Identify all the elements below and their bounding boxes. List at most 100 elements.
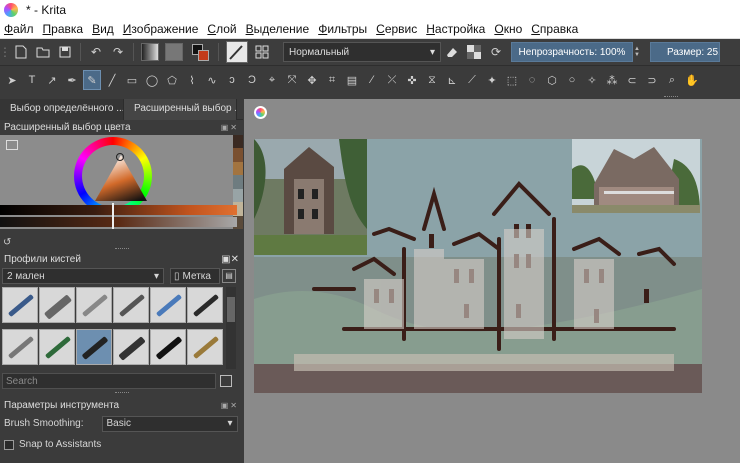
contiguous-select-tool-icon[interactable]: ✧ [584,71,600,89]
menu-filters[interactable]: Фильтры [318,22,367,36]
transform-tool-icon[interactable]: ⤧ [284,71,300,89]
brush-preset-tile[interactable] [2,287,38,323]
move-tool-icon[interactable]: ✥ [304,71,320,89]
background-color-swatch[interactable] [198,50,209,61]
brush-preset-tile[interactable] [39,328,75,365]
polygon-tool-icon[interactable]: ⬠ [164,71,180,89]
saturation-value-triangle[interactable] [95,155,147,201]
menu-window[interactable]: Окно [494,22,522,36]
refresh-icon[interactable]: ↺ [3,237,11,248]
menu-file[interactable]: Файл [4,22,34,36]
brush-search-input[interactable]: Search [2,373,216,389]
menu-edit[interactable]: Правка [43,22,84,36]
shade-marker[interactable] [112,203,114,229]
snap-to-assistants-checkbox[interactable] [4,439,14,450]
scrollbar-thumb[interactable] [227,297,235,322]
reference-tool-icon[interactable]: ✦ [484,71,500,89]
color-cursor[interactable] [116,153,124,161]
select-shape-tool-icon[interactable]: ➤ [4,71,20,89]
measure-tool-icon[interactable]: ⟋ [464,71,480,89]
open-document-icon[interactable] [34,43,52,61]
pan-tool-icon[interactable]: ✋ [684,71,700,89]
ellipse-select-tool-icon[interactable]: ◌ [524,71,540,89]
bezier-tool-icon[interactable]: ∿ [204,71,220,89]
color-shade-bar[interactable] [0,217,237,227]
tab-specific-color-selector[interactable]: Выбор определённого ... [0,99,124,120]
recent-color-swatch[interactable] [233,148,243,162]
menu-help[interactable]: Справка [531,22,578,36]
recent-color-swatch[interactable] [233,188,243,203]
pattern-selector[interactable] [165,43,183,61]
fill-tool-icon[interactable]: ⧖ [424,71,440,89]
smart-patch-tool-icon[interactable]: ✜ [404,71,420,89]
color-selector-menu-icon[interactable] [6,140,18,150]
new-document-icon[interactable] [12,43,30,61]
multibrush-tool-icon[interactable]: ⌖ [264,71,280,89]
polyline-tool-icon[interactable]: ⌇ [184,71,200,89]
fg-bg-color-selector[interactable] [190,42,210,62]
polygon-select-tool-icon[interactable]: ⬡ [544,71,560,89]
bezier-select-tool-icon[interactable]: ⊂ [624,71,640,89]
brush-grid-scrollbar[interactable] [226,287,236,369]
brush-preset-tile[interactable] [187,287,223,323]
calligraphy-tool-icon[interactable]: ✒ [64,71,80,89]
smoothing-select[interactable]: Basic ▾ [101,415,238,432]
brush-editor-icon[interactable] [253,43,271,61]
rectangle-tool-icon[interactable]: ▭ [124,71,140,89]
color-picker-tool-icon[interactable]: ⁄ [364,71,380,89]
recent-color-swatch[interactable] [233,161,243,176]
brush-preset-tile[interactable] [113,287,149,323]
brush-preset-tile-selected[interactable] [76,328,112,365]
ellipse-tool-icon[interactable]: ◯ [144,71,160,89]
menu-select[interactable]: Выделение [246,22,310,36]
view-options-icon[interactable]: ▤ [222,269,236,283]
docker-float-close-icons[interactable]: ▣✕ [221,254,239,265]
color-history-bar[interactable] [0,205,237,215]
brush-tag-select[interactable]: 2 мален ▾ [2,268,164,284]
blend-mode-select[interactable]: Нормальный ▾ [283,42,441,62]
edit-shapes-tool-icon[interactable]: ↗ [44,71,60,89]
brush-preset-tile[interactable] [187,328,223,365]
menu-view[interactable]: Вид [92,22,114,36]
menu-settings[interactable]: Настройка [426,22,485,36]
docker-splitter[interactable] [115,392,129,394]
brush-preset-tile[interactable] [2,328,38,365]
toolstrip-grip[interactable] [664,96,678,98]
canvas-area[interactable] [244,99,740,463]
tag-filter-button[interactable]: ▯ Метка [170,268,220,284]
brush-preset-button[interactable] [226,41,248,63]
docker-float-close-icons[interactable]: ▣✕ [221,401,239,410]
line-tool-icon[interactable]: ╱ [104,71,120,89]
zoom-tool-icon[interactable]: ⌕ [664,71,680,89]
brush-preset-tile[interactable] [150,328,186,365]
docker-float-close-icons[interactable]: ▣✕ [221,123,239,132]
brush-preset-tile[interactable] [113,328,149,365]
menu-tools[interactable]: Сервис [376,22,417,36]
document-tab-icon[interactable] [254,106,267,119]
freehand-brush-tool-icon[interactable]: ✎ [83,70,101,90]
crop-tool-icon[interactable]: ⌗ [324,71,340,89]
dynamic-brush-tool-icon[interactable]: Ɔ [244,71,260,89]
recent-color-swatch[interactable] [233,175,243,189]
rect-select-tool-icon[interactable]: ⬚ [504,71,520,89]
brush-preset-tile[interactable] [150,287,186,323]
recent-color-swatch[interactable] [233,135,243,149]
gradient-tool-icon[interactable]: ▤ [344,71,360,89]
undo-icon[interactable]: ↶ [87,43,105,61]
menu-image[interactable]: Изображение [123,22,199,36]
freehand-select-tool-icon[interactable]: ○ [564,71,580,89]
brush-preset-tile[interactable] [76,287,112,323]
redo-icon[interactable]: ↷ [109,43,127,61]
similar-select-tool-icon[interactable]: ⁂ [604,71,620,89]
save-document-icon[interactable] [56,43,74,61]
opacity-slider[interactable]: Непрозрачность: 100% [511,42,633,62]
save-tag-icon[interactable] [220,375,232,387]
docker-splitter[interactable] [115,248,129,250]
assistant-tool-icon[interactable]: ⊾ [444,71,460,89]
menu-layer[interactable]: Слой [207,22,236,36]
size-slider[interactable]: Размер: 25,00 [650,42,720,62]
magnetic-select-tool-icon[interactable]: ⊃ [644,71,660,89]
brush-preset-tile[interactable] [39,287,75,323]
document-canvas[interactable] [254,139,702,393]
tab-advanced-color-selector[interactable]: Расширенный выбор ... [124,99,237,120]
